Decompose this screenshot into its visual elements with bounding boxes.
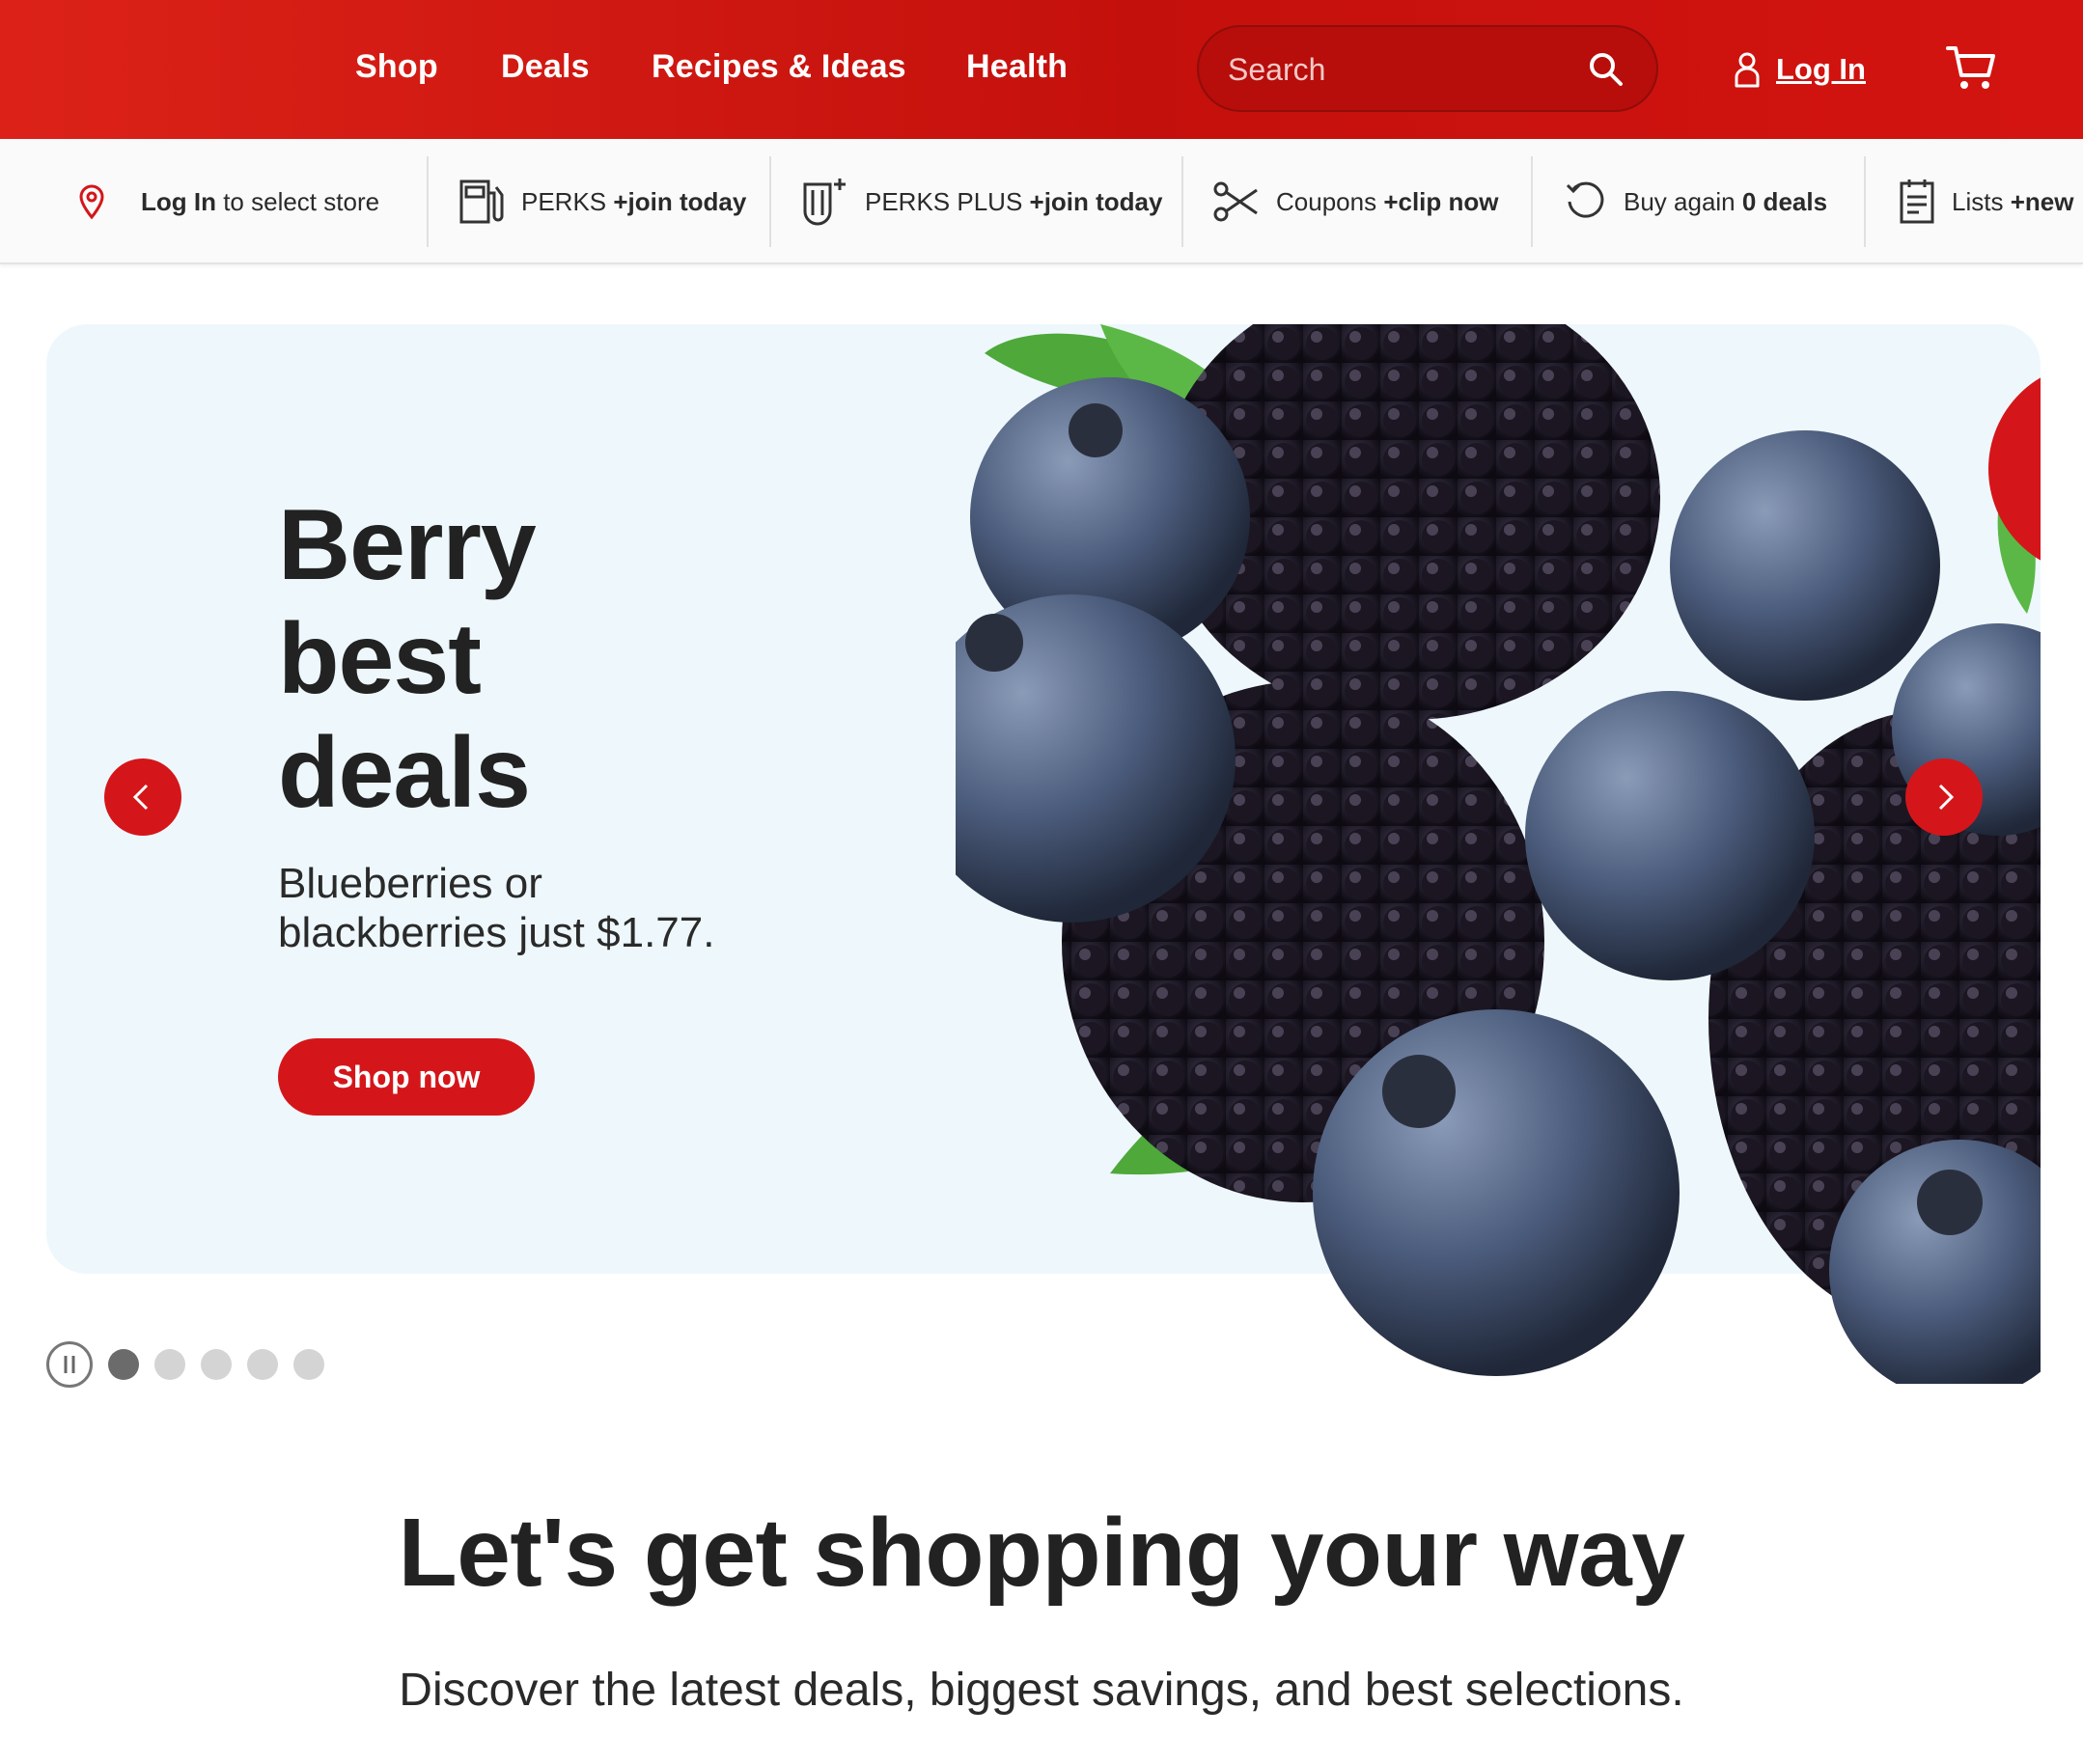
perks-plus-icon bbox=[803, 179, 846, 226]
scissors-icon bbox=[1213, 181, 1258, 222]
quick-links-bar: Log In to select store PERKS +join today… bbox=[0, 139, 2083, 264]
divider bbox=[769, 156, 771, 247]
carousel-pause-button[interactable] bbox=[46, 1341, 93, 1388]
lists-link[interactable]: Lists +new bbox=[1898, 139, 2073, 264]
lists-text: Lists bbox=[1952, 186, 2011, 216]
divider bbox=[427, 156, 429, 247]
divider bbox=[1181, 156, 1183, 247]
hero-subtitle: Blueberries or blackberries just $1.77. bbox=[278, 860, 715, 956]
hero-title-line: Berry bbox=[278, 489, 537, 601]
carousel-dot-4[interactable] bbox=[247, 1349, 278, 1380]
buy-again-text: Buy again bbox=[1624, 186, 1742, 216]
search-input[interactable] bbox=[1228, 44, 1575, 95]
divider bbox=[1864, 156, 1866, 247]
perks-bold: +join today bbox=[613, 186, 747, 216]
login-link[interactable]: Log In bbox=[1734, 46, 1866, 93]
nav-shop[interactable]: Shop bbox=[355, 48, 438, 86]
perks-link[interactable]: PERKS +join today bbox=[458, 139, 746, 264]
hero-title: Berry best deals bbox=[278, 488, 537, 830]
carousel-prev-button[interactable] bbox=[104, 758, 181, 836]
perks-plus-bold: +join today bbox=[1029, 186, 1163, 216]
lists-bold: +new bbox=[2010, 186, 2074, 216]
search-bar bbox=[1197, 25, 1658, 112]
nav-recipes-ideas[interactable]: Recipes & Ideas bbox=[652, 48, 906, 86]
perks-plus-text: PERKS PLUS bbox=[865, 186, 1030, 216]
nav-health[interactable]: Health bbox=[966, 48, 1068, 86]
list-icon bbox=[1900, 179, 1934, 224]
hero-carousel: Berry best deals Blueberries or blackber… bbox=[46, 324, 2041, 1384]
section-title: Let's get shopping your way bbox=[398, 1499, 1685, 1607]
carousel-dot-3[interactable] bbox=[201, 1349, 232, 1380]
chevron-left-icon bbox=[132, 784, 149, 811]
store-login-bold: Log In bbox=[141, 186, 216, 216]
fuel-pump-icon bbox=[459, 179, 504, 224]
select-store-link[interactable]: Log In to select store bbox=[77, 139, 379, 264]
cart-icon[interactable] bbox=[1944, 41, 1998, 95]
pause-icon bbox=[64, 1356, 75, 1373]
divider bbox=[1531, 156, 1533, 247]
perks-text: PERKS bbox=[521, 186, 614, 216]
top-header: Shop Deals Recipes & Ideas Health Log In bbox=[0, 0, 2083, 139]
hero-berries-image bbox=[956, 324, 2041, 1384]
coupons-bold: +clip now bbox=[1383, 186, 1499, 216]
login-label: Log In bbox=[1776, 52, 1866, 86]
section-subtitle: Discover the latest deals, biggest savin… bbox=[399, 1665, 1684, 1716]
hero-title-line: deals bbox=[278, 717, 531, 829]
nav-deals[interactable]: Deals bbox=[501, 48, 590, 86]
search-icon[interactable] bbox=[1585, 48, 1627, 91]
coupons-text: Coupons bbox=[1276, 186, 1384, 216]
buy-again-link[interactable]: Buy again 0 deals bbox=[1564, 139, 1827, 264]
refresh-icon bbox=[1566, 181, 1604, 218]
carousel-dot-5[interactable] bbox=[293, 1349, 324, 1380]
perks-plus-link[interactable]: PERKS PLUS +join today bbox=[799, 139, 1162, 264]
carousel-dot-2[interactable] bbox=[154, 1349, 185, 1380]
carousel-dot-1[interactable] bbox=[108, 1349, 139, 1380]
buy-again-bold: 0 deals bbox=[1741, 186, 1828, 216]
coupons-link[interactable]: Coupons +clip now bbox=[1212, 139, 1499, 264]
hero-title-line: best bbox=[278, 603, 482, 715]
location-pin-icon bbox=[79, 184, 104, 220]
user-icon bbox=[1735, 52, 1760, 88]
berries-illustration bbox=[956, 324, 2041, 1384]
carousel-next-button[interactable] bbox=[1905, 758, 1983, 836]
chevron-right-icon bbox=[1938, 784, 1955, 811]
shop-now-button[interactable]: Shop now bbox=[278, 1038, 535, 1116]
store-text: to select store bbox=[215, 186, 380, 216]
